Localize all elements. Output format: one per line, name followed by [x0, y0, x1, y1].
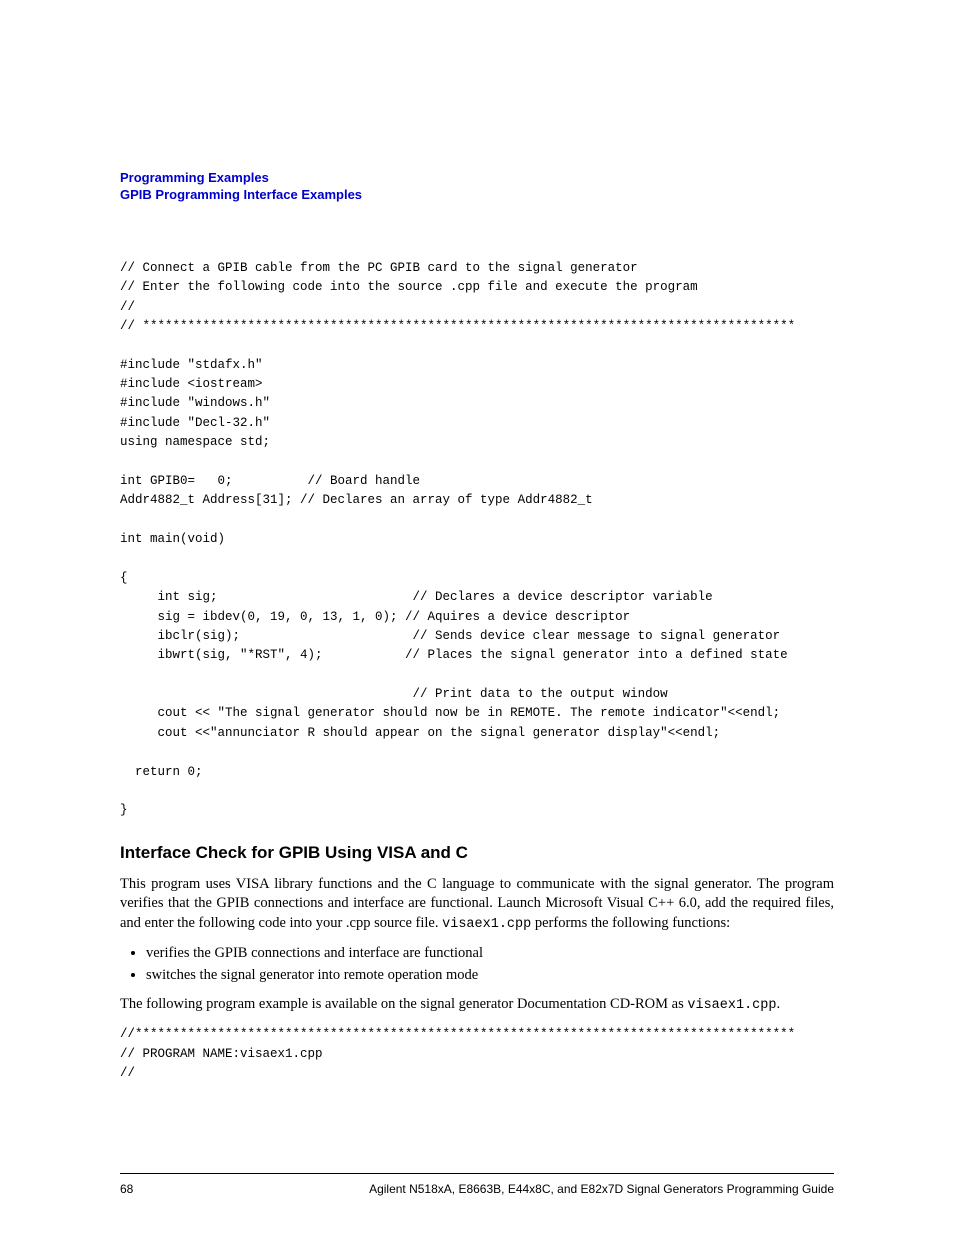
footer-guide-title: Agilent N518xA, E8663B, E44x8C, and E82x…: [369, 1182, 834, 1196]
header-line-1: Programming Examples: [120, 170, 834, 187]
paragraph-1-filename: visaex1.cpp: [442, 917, 531, 932]
bullet-list: verifies the GPIB connections and interf…: [120, 944, 834, 985]
bullet-1: verifies the GPIB connections and interf…: [146, 944, 834, 964]
page-number: 68: [120, 1182, 133, 1196]
section-heading: Interface Check for GPIB Using VISA and …: [120, 843, 834, 863]
code-block-2: //**************************************…: [120, 1025, 834, 1083]
paragraph-1-text-b: performs the following functions:: [531, 915, 730, 931]
header-breadcrumb: Programming Examples GPIB Programming In…: [120, 170, 834, 204]
paragraph-2-text-b: .: [777, 996, 781, 1012]
header-line-2: GPIB Programming Interface Examples: [120, 187, 834, 204]
page-footer: 68 Agilent N518xA, E8663B, E44x8C, and E…: [120, 1173, 834, 1196]
paragraph-2-text-a: The following program example is availab…: [120, 996, 687, 1012]
page-content: Programming Examples GPIB Programming In…: [0, 0, 954, 1256]
paragraph-2-filename: visaex1.cpp: [687, 998, 776, 1013]
paragraph-1: This program uses VISA library functions…: [120, 875, 834, 934]
paragraph-2: The following program example is availab…: [120, 995, 834, 1015]
bullet-2: switches the signal generator into remot…: [146, 966, 834, 986]
code-block-1: // Connect a GPIB cable from the PC GPIB…: [120, 259, 834, 821]
